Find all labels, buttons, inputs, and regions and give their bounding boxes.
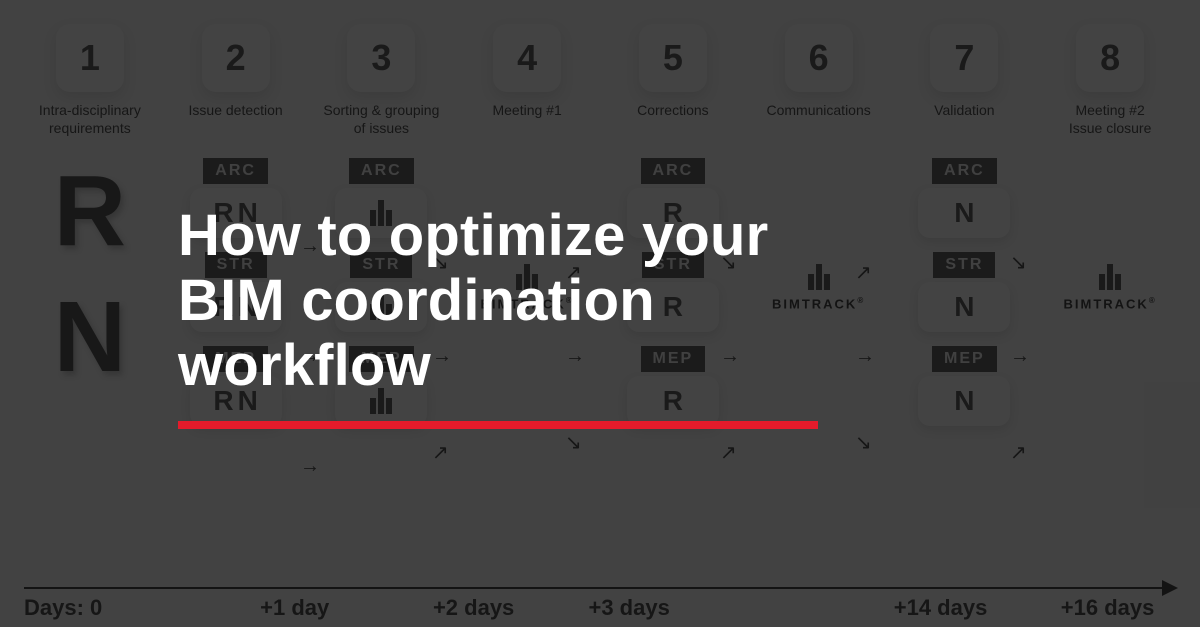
headline-block: How to optimize your BIM coordination wo… <box>178 204 818 429</box>
headline-text: How to optimize your BIM coordination wo… <box>178 204 818 399</box>
accent-underline <box>178 421 818 429</box>
hero-card: 1 Intra-disciplinary requirements R N 2 … <box>0 0 1200 627</box>
